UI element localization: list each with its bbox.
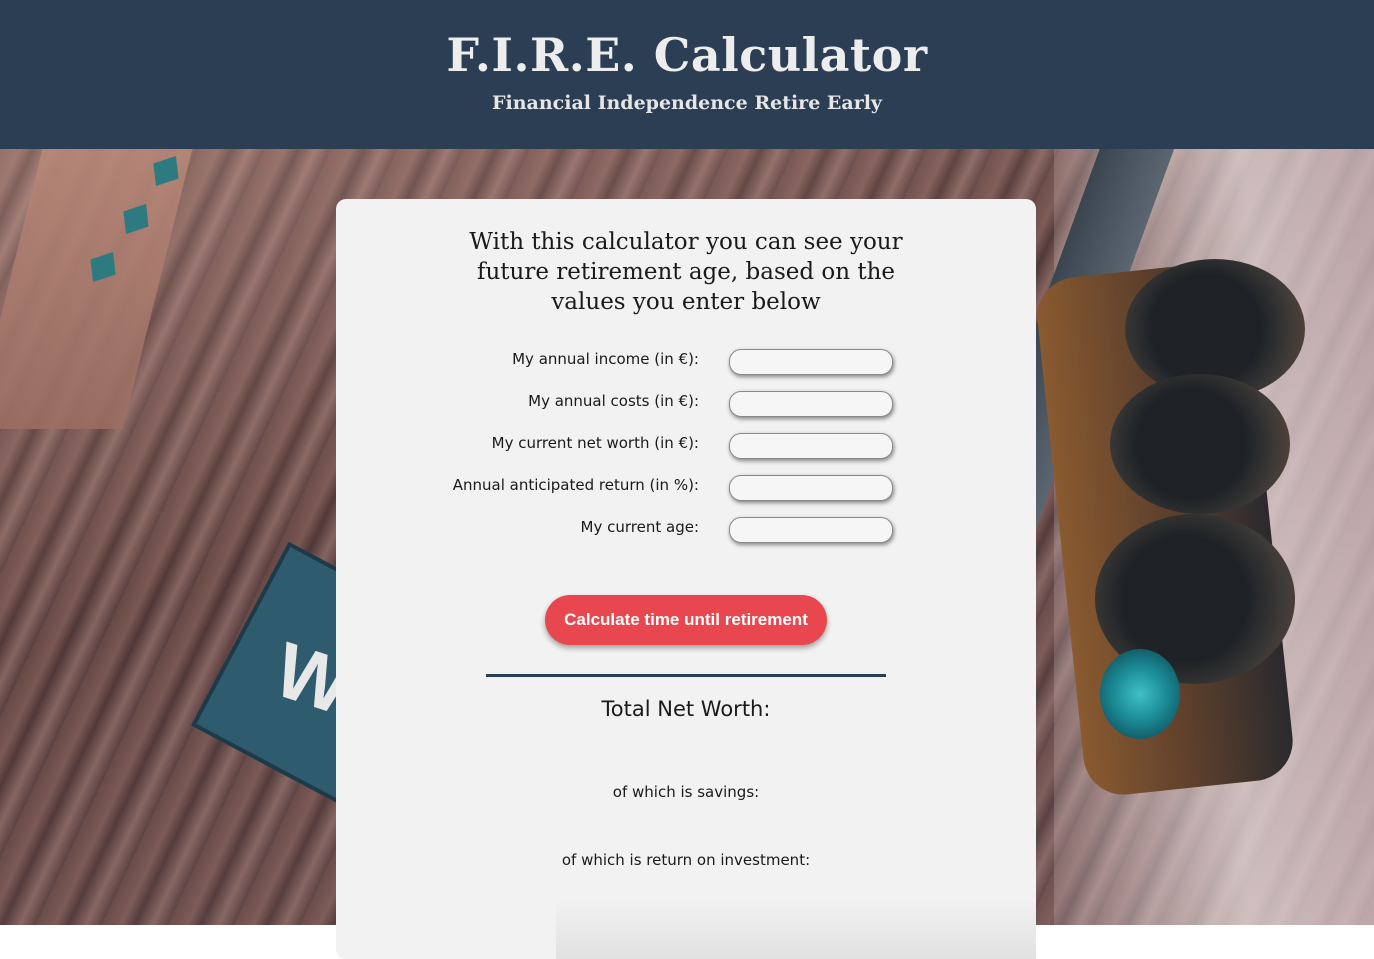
card-shadow-fade <box>556 899 1036 959</box>
return-row: Annual anticipated return (in %): <box>336 475 1036 505</box>
calculator-card: With this calculator you can see your fu… <box>336 199 1036 959</box>
return-label: Annual anticipated return (in %): <box>452 476 699 494</box>
page-title: F.I.R.E. Calculator <box>446 28 928 82</box>
site-header: F.I.R.E. Calculator Financial Independen… <box>0 0 1374 149</box>
calculate-button[interactable]: Calculate time until retirement <box>545 595 827 645</box>
roi-label: of which is return on investment: <box>561 851 811 869</box>
building-facade <box>0 149 198 429</box>
net-worth-input[interactable] <box>729 433 893 459</box>
page-subtitle: Financial Independence Retire Early <box>492 92 882 114</box>
return-input[interactable] <box>729 475 893 501</box>
total-net-worth-label: Total Net Worth: <box>601 697 771 721</box>
green-light <box>1100 649 1180 739</box>
costs-input[interactable] <box>729 391 893 417</box>
age-label: My current age: <box>580 518 699 536</box>
income-input[interactable] <box>729 349 893 375</box>
net-worth-label: My current net worth (in €): <box>491 434 699 452</box>
results-divider <box>486 674 886 677</box>
traffic-light-visor <box>1110 374 1290 514</box>
income-row: My annual income (in €): <box>336 349 1036 379</box>
age-row: My current age: <box>336 517 1036 547</box>
income-label: My annual income (in €): <box>512 350 699 368</box>
costs-label: My annual costs (in €): <box>528 392 699 410</box>
costs-row: My annual costs (in €): <box>336 391 1036 421</box>
net-worth-row: My current net worth (in €): <box>336 433 1036 463</box>
savings-label: of which is savings: <box>612 783 760 801</box>
intro-text: With this calculator you can see your fu… <box>469 229 903 315</box>
age-input[interactable] <box>729 517 893 543</box>
